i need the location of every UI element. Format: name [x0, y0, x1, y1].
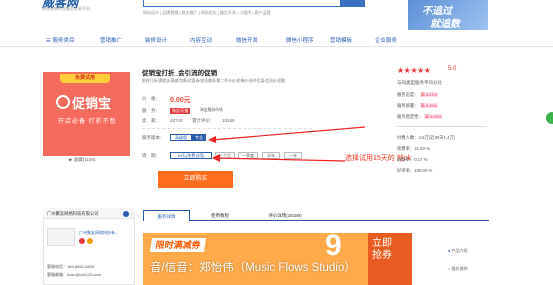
rating-row: 服务态度： 高 9.21%: [397, 92, 439, 97]
promo-amount: 9: [325, 229, 342, 262]
shop-phone: 客服电话：189-8892-6639: [47, 264, 95, 269]
rating-score: 5.0: [448, 66, 457, 72]
stat-row: 好评率：100.00 %: [397, 168, 433, 173]
tab-details[interactable]: 服务详情: [143, 210, 190, 221]
page: 威客网 网络营销外包服务交易平台 网站设计 | 品牌营销 | 软文推广 | 网站…: [0, 0, 553, 285]
shop-name[interactable]: 广州聚友网络科技有限公司: [47, 211, 99, 217]
stat-row: 续费率：31.93 %: [397, 146, 430, 151]
tab-tutorial[interactable]: 使用教程: [195, 210, 245, 221]
rating-row: 服务稳定性： 高 9.54%: [397, 114, 443, 119]
tab-reviews[interactable]: 评价详情(18189): [250, 210, 320, 221]
shop-logo[interactable]: [47, 228, 75, 246]
divider: [397, 126, 487, 127]
stat-row: 退款率：0.17 %: [397, 157, 428, 162]
rating-row: 服务质量： 高 9.35%: [397, 103, 439, 108]
rating-heading: 与同类型服务平均分比: [397, 80, 442, 85]
shop-email: 客服邮箱：fuwu@cx6123.com: [47, 272, 102, 277]
side-link-price[interactable]: ● 报价说明: [448, 266, 468, 272]
shop-company[interactable]: 广州聚友网络科技有...: [79, 230, 118, 236]
promo-claim-button[interactable]: 立即 抢券: [372, 238, 392, 262]
info-icon[interactable]: [123, 211, 129, 217]
rating-stars: ★★★★★: [397, 66, 431, 75]
stat-row: 付费人数：4.5万(近30天1.4万): [397, 135, 456, 140]
side-link-intro[interactable]: ● 产品介绍: [448, 248, 468, 254]
promo-title: 限时满减券: [150, 238, 206, 252]
watermark-overlay: 音/信音：郑怡伟（Music Flows Studio）: [150, 262, 356, 274]
badge-icon: [87, 238, 93, 244]
float-service-icon[interactable]: [546, 112, 553, 124]
badge-icon: [79, 238, 85, 244]
